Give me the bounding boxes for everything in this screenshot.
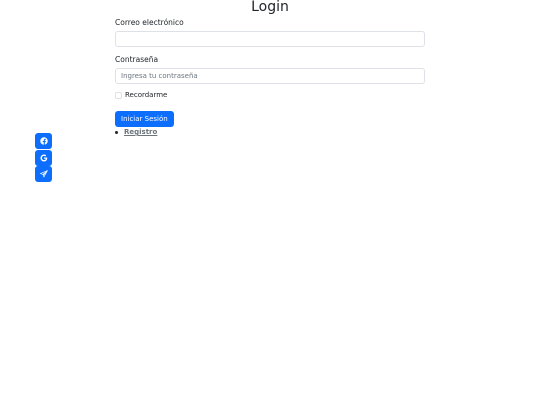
login-page: Login Correo electrónico Contraseña Reco… [0,0,540,405]
remember-checkbox[interactable] [115,91,122,99]
google-login-button[interactable] [35,149,52,166]
email-group: Correo electrónico [115,18,425,47]
facebook-icon [39,137,48,145]
telegram-icon [39,170,48,178]
password-group: Contraseña [115,55,425,84]
register-link[interactable]: Registro [124,128,157,137]
list-item: Registro [115,128,425,137]
social-login-bar [35,133,52,183]
password-label: Contraseña [115,55,159,64]
remember-label: Recordarme [125,90,168,99]
password-input[interactable] [115,68,425,84]
email-input[interactable] [115,31,425,47]
links-list: Registro [115,128,425,137]
login-button[interactable]: Iniciar Sesión [115,111,174,127]
remember-row: Recordarme [115,90,425,100]
email-label: Correo electrónico [115,18,184,27]
bullet-icon [115,131,118,134]
google-icon [40,154,47,161]
telegram-login-button[interactable] [35,166,52,182]
page-title: Login [251,0,289,15]
login-form: Correo electrónico Contraseña Recordarme… [115,18,425,137]
facebook-login-button[interactable] [35,133,52,149]
